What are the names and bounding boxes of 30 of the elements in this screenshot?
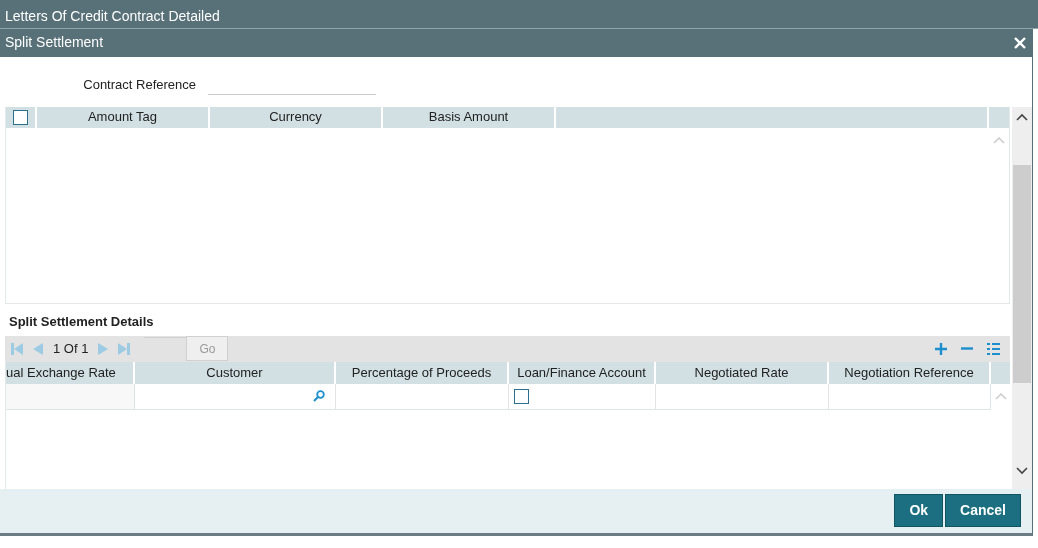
page-indicator: 1 Of 1 — [53, 339, 89, 358]
column-header: Basis Amount — [383, 106, 556, 128]
column-header: Negotiation Reference — [829, 361, 991, 384]
select-all-checkbox[interactable] — [13, 109, 28, 125]
column-header: Amount Tag — [37, 106, 210, 128]
ok-button[interactable]: Ok — [894, 494, 944, 528]
add-icon[interactable] — [935, 342, 947, 355]
column-header: Percentage of Proceeds — [336, 361, 509, 384]
scrollbar[interactable] — [1012, 106, 1032, 489]
list-icon[interactable] — [987, 342, 1000, 355]
column-header: Currency — [210, 106, 383, 128]
remove-icon[interactable] — [961, 347, 973, 351]
column-header: Loan/Finance Account — [509, 361, 656, 384]
search-icon[interactable] — [313, 390, 325, 403]
window-title: Letters Of Credit Contract Detailed — [0, 0, 1038, 29]
first-page-icon[interactable] — [11, 342, 23, 355]
scroll-down-icon[interactable] — [1016, 466, 1028, 475]
checkbox[interactable] — [514, 388, 529, 404]
scrollbar-thumb[interactable] — [1013, 164, 1031, 383]
column-header: Negotiated Rate — [656, 361, 829, 384]
close-button[interactable] — [1013, 35, 1027, 50]
next-page-icon[interactable] — [98, 342, 109, 355]
last-page-icon[interactable] — [118, 342, 131, 355]
field-label: Contract Reference — [82, 75, 197, 94]
dialog-title: Split Settlement — [5, 33, 104, 53]
scroll-up-icon[interactable] — [1016, 112, 1028, 121]
column-header: Customer — [135, 361, 336, 384]
section-title: Split Settlement Details — [8, 313, 155, 332]
previous-page-icon[interactable] — [33, 342, 43, 355]
cancel-button[interactable]: Cancel — [945, 494, 1021, 528]
